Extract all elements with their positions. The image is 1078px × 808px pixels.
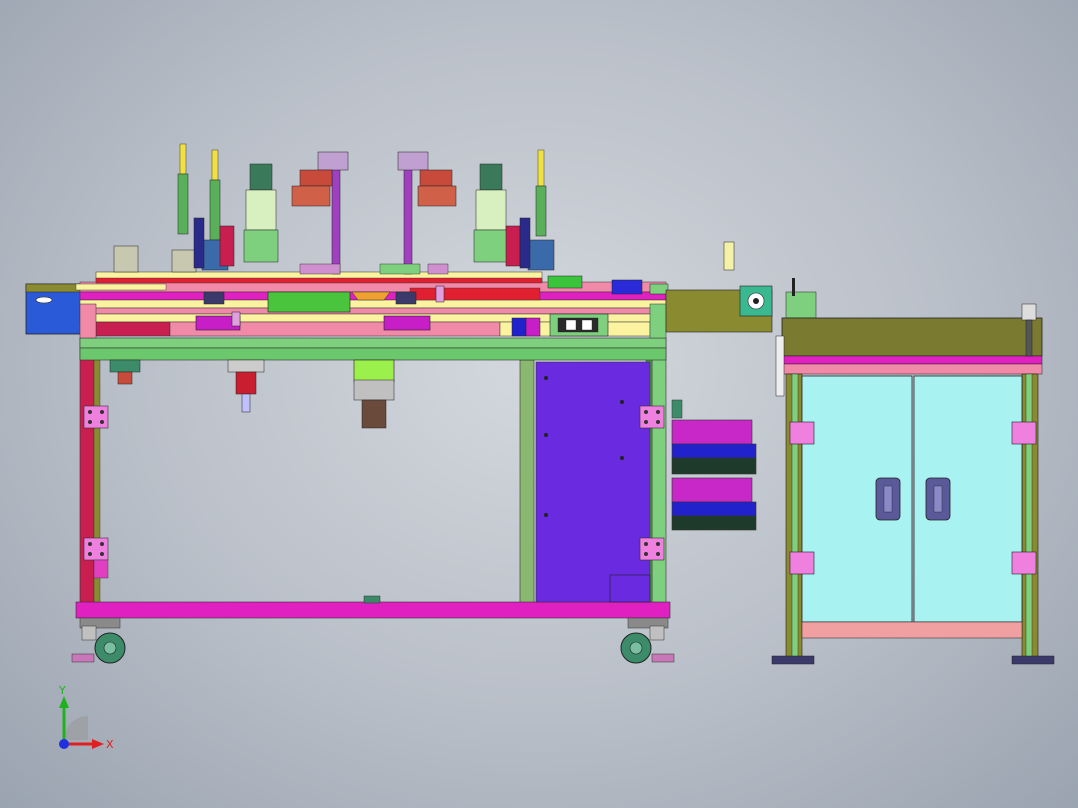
green-plate bbox=[267, 291, 351, 313]
caster-left bbox=[71, 617, 126, 664]
y-axis-label: Y bbox=[58, 684, 66, 697]
middle-frame-post bbox=[519, 359, 535, 607]
drawer[interactable] bbox=[671, 477, 753, 503]
table-top-assembly bbox=[25, 241, 817, 339]
axis-triad: Y X bbox=[58, 684, 114, 751]
hinge bbox=[1011, 551, 1037, 575]
bottom-beam bbox=[75, 601, 671, 619]
drawer[interactable] bbox=[671, 419, 753, 445]
left-frame-post bbox=[79, 337, 95, 609]
hinge bbox=[639, 537, 665, 561]
motor-box bbox=[353, 359, 395, 383]
hinge bbox=[639, 405, 665, 429]
hinge bbox=[83, 537, 109, 561]
hinge bbox=[83, 405, 109, 429]
origin-marker bbox=[59, 739, 69, 749]
x-axis-label: X bbox=[106, 738, 114, 751]
press-station-left bbox=[113, 143, 349, 275]
hinge bbox=[789, 421, 815, 445]
cabinet-top bbox=[781, 317, 1043, 357]
purple-side-panel bbox=[535, 361, 651, 603]
under-table-devices bbox=[109, 359, 395, 429]
slider-block bbox=[383, 315, 431, 331]
electrical-cabinet bbox=[771, 303, 1055, 665]
right-frame-post bbox=[651, 337, 667, 609]
upper-beam bbox=[79, 337, 667, 349]
ring-light bbox=[291, 185, 331, 207]
ring-light bbox=[417, 185, 457, 207]
hinge bbox=[789, 551, 815, 575]
cad-viewport[interactable] bbox=[0, 0, 1078, 808]
hinge bbox=[1011, 421, 1037, 445]
caster-right bbox=[620, 617, 675, 664]
drawer-stack[interactable] bbox=[671, 399, 757, 531]
